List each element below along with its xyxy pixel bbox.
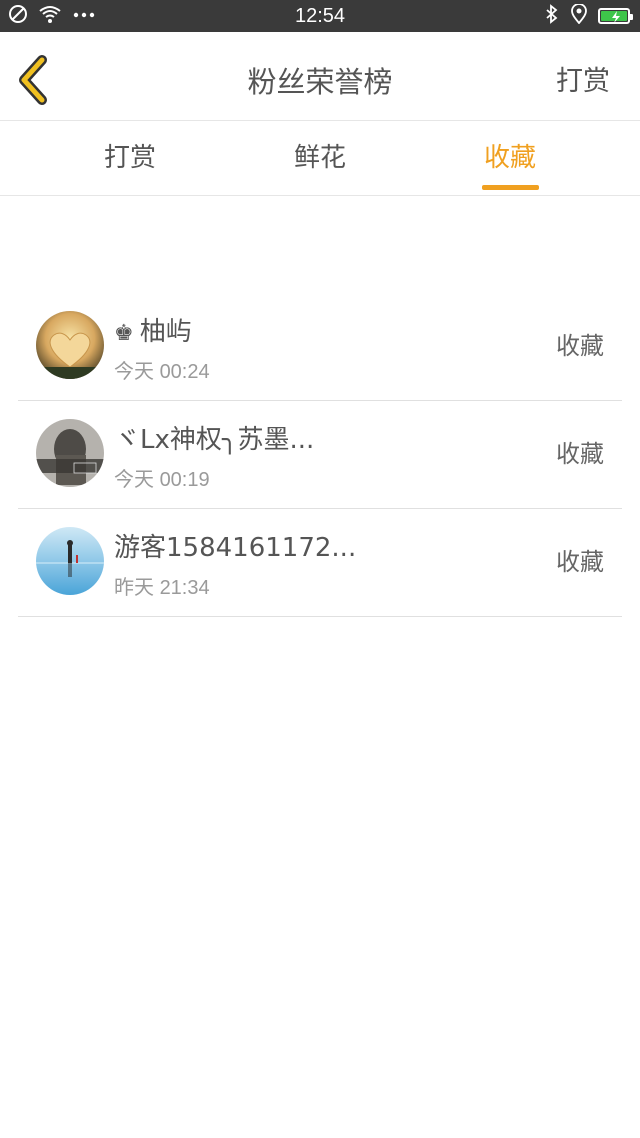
user-name: 游客1584161172... [114,527,356,564]
user-name-text: 游客1584161172... [114,533,357,563]
timestamp-day: 今天 [114,359,154,383]
battery-charging-icon [598,8,633,24]
status-right-icons [544,0,633,32]
fan-list: ♚柚屿 今天 00:24 收藏 ヾLx神权╮苏墨... 今天 00:19 收藏 [18,293,622,617]
timestamp-clock: 00:19 [159,469,210,491]
favorite-label: 收藏 [556,332,604,360]
bluetooth-icon [544,4,560,28]
avatar [36,311,104,379]
location-icon [570,3,588,28]
avatar [36,527,104,595]
timestamp-day: 今天 [114,467,154,491]
list-item[interactable]: ♚ 柚屿 今天 00:24 收藏 [18,293,622,401]
user-name-text: 柚屿 [139,317,192,347]
user-name: ヾLx神权╮苏墨... [114,419,314,456]
favorite-label: 收藏 [556,440,604,468]
crown-icon: ♚ [114,321,134,346]
timestamp-clock: 21:34 [159,577,210,599]
timestamp-clock: 00:24 [159,361,210,383]
timestamp: 昨天 21:34 [114,571,210,600]
user-name-text: ヾLx神权╮苏墨... [114,425,315,455]
top-nav-bar: 粉丝荣誉榜 打赏 [0,32,640,121]
tab-flowers[interactable]: 鲜花 [270,121,370,195]
list-item[interactable]: ヾLx神权╮苏墨... 今天 00:19 收藏 [18,401,622,509]
avatar [36,419,104,487]
timestamp: 今天 00:24 [114,355,210,384]
status-bar: 12:54 [0,0,640,32]
user-name: ♚ 柚屿 [114,311,192,348]
timestamp: 今天 00:19 [114,463,210,492]
page-title: 粉丝荣誉榜 [247,65,393,99]
favorite-label: 收藏 [556,548,604,576]
tab-bar: 打赏 鲜花 收藏 [0,121,640,196]
active-tab-indicator [482,185,539,190]
reward-button[interactable]: 打赏 [556,32,610,120]
tab-favorites[interactable]: 收藏 [460,121,560,195]
timestamp-day: 昨天 [114,575,154,599]
tab-reward[interactable]: 打赏 [80,121,180,195]
list-item[interactable]: 游客1584161172... 昨天 21:34 收藏 [18,509,622,617]
